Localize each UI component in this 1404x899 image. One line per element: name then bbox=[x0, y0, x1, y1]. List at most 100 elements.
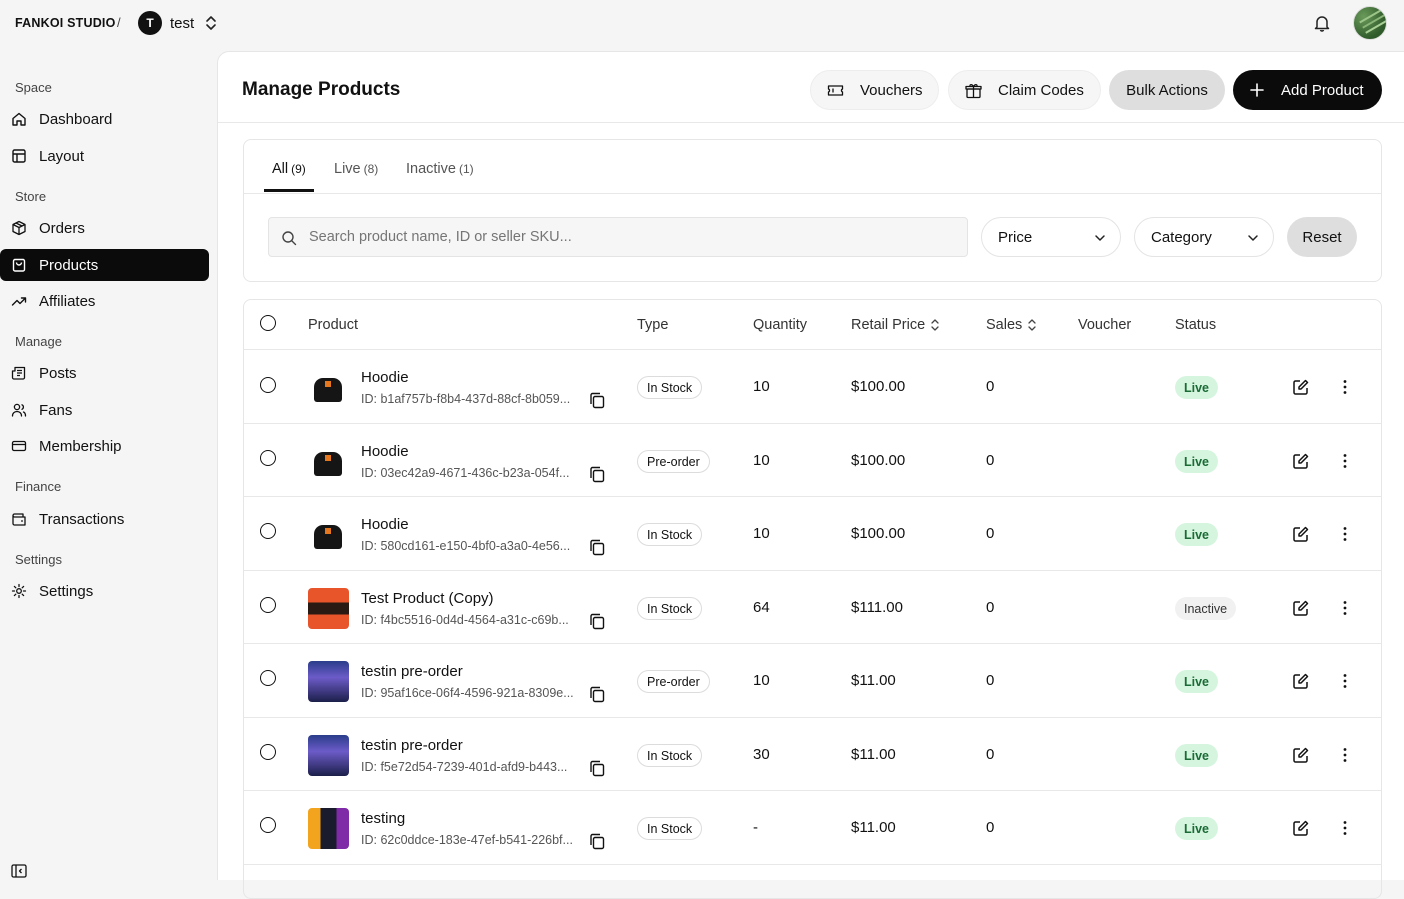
search-input[interactable] bbox=[268, 217, 968, 257]
breadcrumb-separator: / bbox=[117, 15, 121, 30]
sidebar-item-layout[interactable]: Layout bbox=[0, 140, 209, 172]
edit-icon[interactable] bbox=[1292, 599, 1310, 617]
edit-icon[interactable] bbox=[1292, 525, 1310, 543]
category-filter-label: Category bbox=[1151, 228, 1212, 246]
table-row[interactable]: Hoodie ID: b1af757b-f8b4-437d-88cf-8b059… bbox=[244, 349, 1381, 423]
product-name[interactable]: testin pre-order bbox=[361, 663, 463, 680]
edit-icon[interactable] bbox=[1292, 819, 1310, 837]
more-vertical-icon[interactable] bbox=[1336, 525, 1354, 543]
gear-icon bbox=[11, 583, 27, 599]
edit-icon[interactable] bbox=[1292, 452, 1310, 470]
product-name[interactable]: testing bbox=[361, 810, 405, 827]
tab-label: Live bbox=[334, 161, 361, 177]
brand-name[interactable]: FANKOI STUDIO bbox=[15, 16, 116, 30]
vouchers-button[interactable]: Vouchers bbox=[810, 70, 939, 110]
edit-icon[interactable] bbox=[1292, 378, 1310, 396]
product-name[interactable]: Hoodie bbox=[361, 443, 409, 460]
row-select-radio[interactable] bbox=[260, 744, 276, 760]
table-row[interactable]: Hoodie ID: 03ec42a9-4671-436c-b23a-054f.… bbox=[244, 423, 1381, 497]
edit-icon[interactable] bbox=[1292, 672, 1310, 690]
product-name[interactable]: Test Product (Copy) bbox=[361, 590, 494, 607]
type-badge: In Stock bbox=[637, 597, 703, 620]
quantity-value: 10 bbox=[753, 452, 770, 469]
table-row[interactable]: Hoodie ID: 580cd161-e150-4bf0-a3a0-4e56.… bbox=[244, 496, 1381, 570]
sales-value: 0 bbox=[986, 746, 995, 763]
status-badge: Live bbox=[1175, 450, 1219, 473]
copy-icon[interactable] bbox=[589, 833, 605, 850]
sidebar-item-fans[interactable]: Fans bbox=[0, 394, 209, 426]
vouchers-label: Vouchers bbox=[860, 81, 923, 99]
add-product-button[interactable]: Add Product bbox=[1233, 70, 1382, 110]
column-header-product: Product bbox=[308, 317, 358, 333]
sidebar-item-settings[interactable]: Settings bbox=[0, 575, 209, 607]
copy-icon[interactable] bbox=[589, 539, 605, 556]
sidebar-item-products[interactable]: Products bbox=[0, 249, 209, 281]
column-header-sales[interactable]: Sales bbox=[986, 317, 1038, 333]
row-select-radio[interactable] bbox=[260, 523, 276, 539]
filter-card: All(9) Live(8) Inactive(1) Price Categor… bbox=[243, 139, 1382, 282]
column-header-status: Status bbox=[1175, 317, 1217, 333]
copy-icon[interactable] bbox=[589, 392, 605, 409]
sidebar-item-transactions[interactable]: Transactions bbox=[0, 503, 209, 535]
status-badge: Live bbox=[1175, 817, 1219, 840]
more-vertical-icon[interactable] bbox=[1336, 378, 1354, 396]
reset-button[interactable]: Reset bbox=[1287, 217, 1357, 257]
table-row[interactable]: testin pre-order ID: f5e72d54-7239-401d-… bbox=[244, 717, 1381, 791]
more-vertical-icon[interactable] bbox=[1336, 672, 1354, 690]
more-vertical-icon[interactable] bbox=[1336, 819, 1354, 837]
sidebar-item-label: Settings bbox=[39, 582, 94, 600]
space-avatar[interactable]: T bbox=[138, 11, 162, 35]
type-badge: Pre-order bbox=[637, 670, 710, 693]
sales-value: 0 bbox=[986, 378, 995, 395]
copy-icon[interactable] bbox=[589, 613, 605, 630]
claim-codes-button[interactable]: Claim Codes bbox=[948, 70, 1101, 110]
sidebar-item-orders[interactable]: Orders bbox=[0, 212, 209, 244]
space-name[interactable]: test bbox=[170, 15, 194, 32]
tab-inactive[interactable]: Inactive (1) bbox=[406, 161, 474, 177]
tab-count: (1) bbox=[458, 162, 474, 176]
product-id: ID: 580cd161-e150-4bf0-a3a0-4e56... bbox=[361, 539, 571, 553]
retail-price-value: $11.00 bbox=[851, 819, 896, 836]
table-row[interactable]: testin pre-order ID: 95af16ce-06f4-4596-… bbox=[244, 643, 1381, 717]
row-select-radio[interactable] bbox=[260, 817, 276, 833]
copy-icon[interactable] bbox=[589, 760, 605, 777]
row-select-radio[interactable] bbox=[260, 450, 276, 466]
product-name[interactable]: Hoodie bbox=[361, 369, 409, 386]
select-all-checkbox[interactable] bbox=[260, 315, 276, 331]
table-row[interactable]: testing ID: 62c0ddce-183e-47ef-b541-226b… bbox=[244, 790, 1381, 864]
more-vertical-icon[interactable] bbox=[1336, 599, 1354, 617]
product-thumbnail bbox=[308, 441, 349, 482]
more-vertical-icon[interactable] bbox=[1336, 452, 1354, 470]
edit-icon[interactable] bbox=[1292, 746, 1310, 764]
add-product-label: Add Product bbox=[1281, 81, 1364, 99]
row-select-radio[interactable] bbox=[260, 597, 276, 613]
sidebar-item-dashboard[interactable]: Dashboard bbox=[0, 103, 209, 135]
main-panel: Manage Products Vouchers Claim Codes Bul… bbox=[217, 51, 1404, 899]
table-row[interactable] bbox=[244, 864, 1381, 898]
sidebar-item-affiliates[interactable]: Affiliates bbox=[0, 285, 209, 317]
row-select-radio[interactable] bbox=[260, 670, 276, 686]
sidebar-item-posts[interactable]: Posts bbox=[0, 357, 209, 389]
tab-live[interactable]: Live (8) bbox=[334, 161, 378, 177]
bell-icon[interactable] bbox=[1312, 13, 1332, 33]
more-vertical-icon[interactable] bbox=[1336, 746, 1354, 764]
header-divider bbox=[218, 122, 1404, 123]
category-filter-select[interactable]: Category bbox=[1134, 217, 1274, 257]
copy-icon[interactable] bbox=[589, 686, 605, 703]
sidebar-item-membership[interactable]: Membership bbox=[0, 430, 209, 462]
collapse-sidebar-icon[interactable] bbox=[11, 864, 27, 878]
product-name[interactable]: Hoodie bbox=[361, 516, 409, 533]
column-header-retail-price[interactable]: Retail Price bbox=[851, 317, 941, 333]
chevron-up-down-icon[interactable] bbox=[204, 14, 218, 32]
product-name[interactable]: testin pre-order bbox=[361, 737, 463, 754]
product-thumbnail bbox=[308, 735, 349, 776]
row-select-radio[interactable] bbox=[260, 377, 276, 393]
table-row[interactable]: Test Product (Copy) ID: f4bc5516-0d4d-45… bbox=[244, 570, 1381, 644]
tab-all[interactable]: All (9) bbox=[272, 161, 306, 177]
user-avatar[interactable] bbox=[1353, 6, 1387, 40]
claim-codes-label: Claim Codes bbox=[998, 81, 1084, 99]
copy-icon[interactable] bbox=[589, 466, 605, 483]
retail-price-value: $100.00 bbox=[851, 452, 906, 469]
bulk-actions-button[interactable]: Bulk Actions bbox=[1109, 70, 1225, 110]
price-filter-select[interactable]: Price bbox=[981, 217, 1121, 257]
